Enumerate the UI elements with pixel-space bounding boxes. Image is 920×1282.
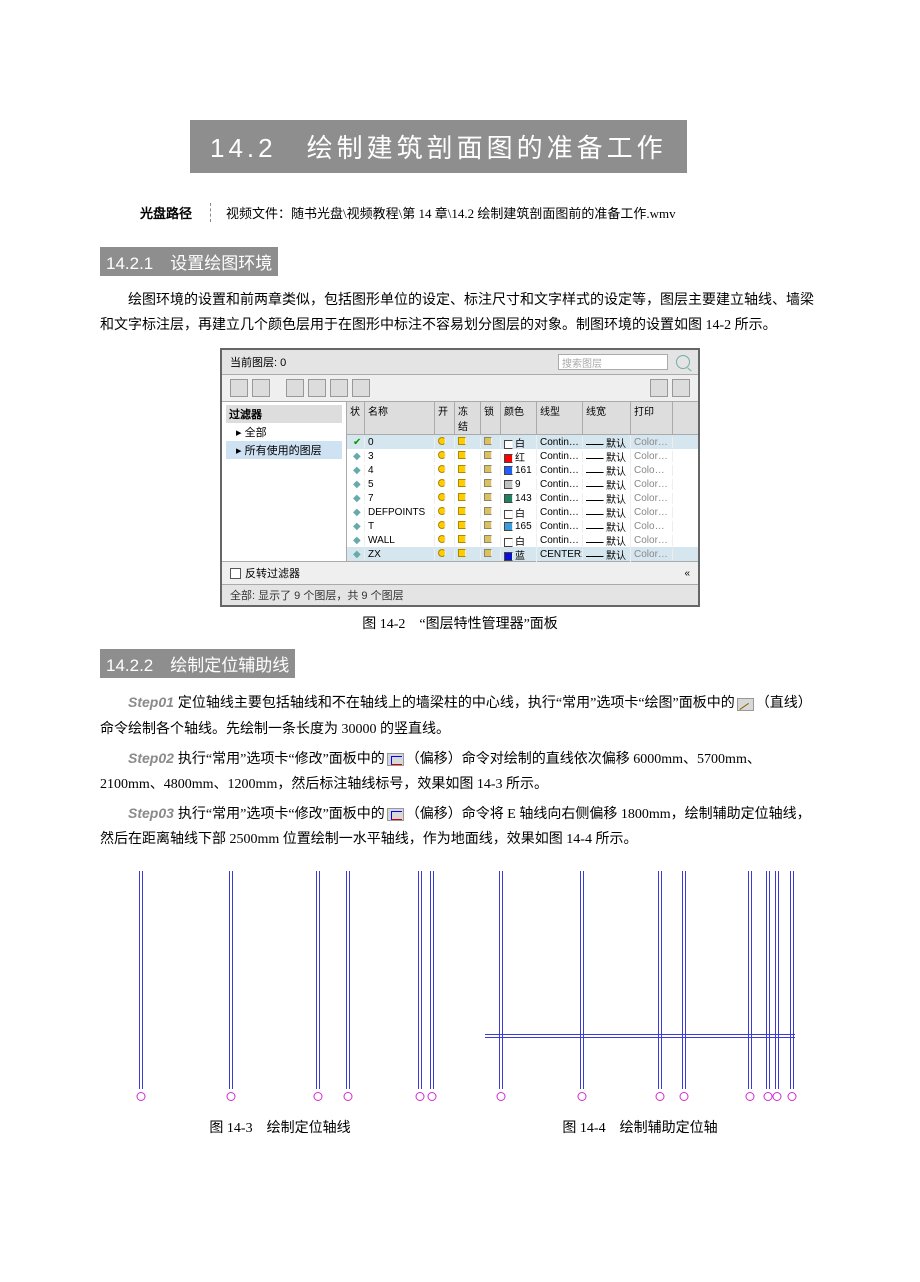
section-heading-14-2: 14.2 绘制建筑剖面图的准备工作 bbox=[190, 120, 687, 173]
table-row[interactable]: ◆4161Contin…默认Colo… bbox=[347, 463, 698, 477]
invert-filter-row[interactable]: 反转过滤器 « bbox=[222, 561, 698, 584]
search-icon[interactable] bbox=[676, 355, 690, 369]
invert-checkbox[interactable] bbox=[230, 568, 241, 579]
delete-layer-icon[interactable] bbox=[330, 379, 348, 397]
new-layer-2-icon[interactable] bbox=[308, 379, 326, 397]
invert-label: 反转过滤器 bbox=[245, 565, 300, 581]
figure-14-3-caption: 图 14-3 绘制定位轴线 bbox=[125, 1117, 435, 1137]
offset-tool-icon-2 bbox=[387, 808, 404, 821]
step03-paragraph: Step03执行“常用”选项卡“修改”面板中的（偏移）命令将 E 轴线向右侧偏移… bbox=[100, 801, 820, 852]
subsection-heading-14-2-1: 14.2.1 设置绘图环境 bbox=[100, 247, 278, 276]
status-line: 全部: 显示了 9 个图层，共 9 个图层 bbox=[222, 584, 698, 605]
step01-label: Step01 bbox=[128, 694, 174, 710]
table-row[interactable]: ◆59Contin…默认Color… bbox=[347, 477, 698, 491]
filter-tree-heading: 过滤器 bbox=[226, 405, 342, 423]
refresh-icon[interactable] bbox=[650, 379, 668, 397]
chevron-icon: « bbox=[684, 568, 690, 579]
offset-tool-icon bbox=[387, 753, 404, 766]
tree-item-used[interactable]: ▸ 所有使用的图层 bbox=[226, 441, 342, 459]
figure-14-4-diagram bbox=[485, 871, 795, 1111]
set-current-icon[interactable] bbox=[352, 379, 370, 397]
disc-path-row: 光盘路径 视频文件：随书光盘\视频教程\第 14 章\14.2 绘制建筑剖面图前… bbox=[140, 203, 820, 222]
tree-item-all[interactable]: ▸ 全部 bbox=[226, 423, 342, 441]
layer-properties-manager-panel: 当前图层: 0 搜索图层 过滤器 ▸ 全部 ▸ 所有使用的图层 状 名称 bbox=[220, 348, 700, 607]
table-row[interactable]: ✔0白Contin…默认Color… bbox=[347, 435, 698, 449]
table-row[interactable]: ◆T165Contin…默认Colo… bbox=[347, 519, 698, 533]
line-tool-icon bbox=[737, 698, 754, 711]
table-row[interactable]: ◆ZX蓝CENTER2默认Color… bbox=[347, 547, 698, 561]
step02-paragraph: Step02执行“常用”选项卡“修改”面板中的（偏移）命令对绘制的直线依次偏移 … bbox=[100, 746, 820, 797]
table-row[interactable]: ◆3红Contin…默认Color… bbox=[347, 449, 698, 463]
toolbar bbox=[222, 375, 698, 402]
new-layer-icon[interactable] bbox=[230, 379, 248, 397]
disc-path-text: 视频文件：随书光盘\视频教程\第 14 章\14.2 绘制建筑剖面图前的准备工作… bbox=[210, 203, 676, 222]
layer-table[interactable]: 状 名称 开 冻结 锁 颜色 线型 线宽 打印 ✔0白Contin…默认Colo… bbox=[347, 402, 698, 561]
layer-states-icon[interactable] bbox=[286, 379, 304, 397]
search-input[interactable]: 搜索图层 bbox=[558, 354, 668, 370]
figure-14-4-caption: 图 14-4 绘制辅助定位轴 bbox=[485, 1117, 795, 1137]
step03-label: Step03 bbox=[128, 805, 174, 821]
subsection-heading-14-2-2: 14.2.2 绘制定位辅助线 bbox=[100, 649, 295, 678]
paragraph-env-settings: 绘图环境的设置和前两章类似，包括图形单位的设定、标注尺寸和文字样式的设定等，图层… bbox=[100, 288, 820, 338]
table-row[interactable]: ◆WALL白Contin…默认Color… bbox=[347, 533, 698, 547]
settings-icon[interactable] bbox=[672, 379, 690, 397]
step02-label: Step02 bbox=[128, 750, 174, 766]
disc-label: 光盘路径 bbox=[140, 203, 192, 222]
table-row[interactable]: ◆7143Contin…默认Color… bbox=[347, 491, 698, 505]
filter-tree[interactable]: 过滤器 ▸ 全部 ▸ 所有使用的图层 bbox=[222, 402, 347, 561]
figure-14-2-caption: 图 14-2 “图层特性管理器”面板 bbox=[100, 613, 820, 633]
current-layer-label: 当前图层: 0 bbox=[230, 354, 286, 370]
table-row[interactable]: ◆DEFPOINTS白Contin…默认Color… bbox=[347, 505, 698, 519]
step01-paragraph: Step01定位轴线主要包括轴线和不在轴线上的墙梁柱的中心线，执行“常用”选项卡… bbox=[100, 690, 820, 741]
figure-14-3-diagram bbox=[125, 871, 435, 1111]
table-header: 状 名称 开 冻结 锁 颜色 线型 线宽 打印 bbox=[347, 402, 698, 435]
new-group-icon[interactable] bbox=[252, 379, 270, 397]
